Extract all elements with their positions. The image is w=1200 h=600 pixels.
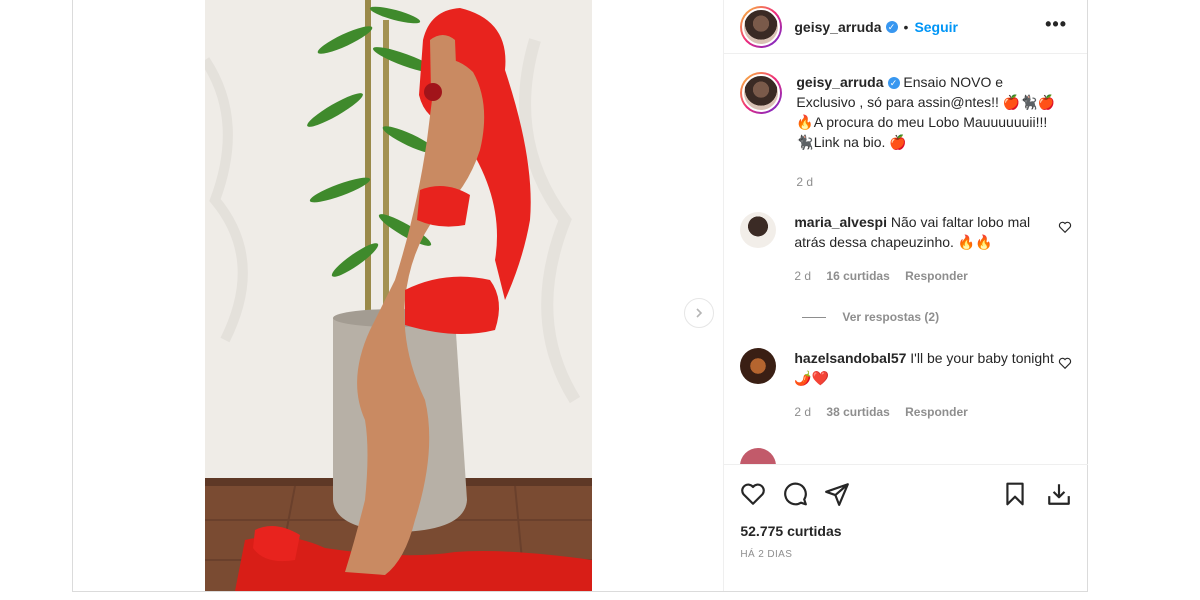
download-icon[interactable] <box>1046 481 1072 507</box>
header-username[interactable]: geisy_arruda <box>794 19 881 35</box>
verified-badge-icon: ✓ <box>887 77 900 90</box>
avatar[interactable] <box>740 5 783 48</box>
next-image-button[interactable] <box>684 298 714 328</box>
chevron-right-icon <box>696 308 703 318</box>
view-replies-button[interactable]: Ver respostas (2) <box>798 310 1072 324</box>
view-replies-label: Ver respostas (2) <box>842 310 940 324</box>
list-item: maria_alvespi Não vai faltar lobo mal at… <box>740 212 1072 286</box>
post-media <box>73 0 724 591</box>
post-actions: 52.775 curtidas HÁ 2 DIAS <box>724 464 1089 560</box>
list-item: hazelsandobal57 I'll be your baby tonigh… <box>740 348 1072 422</box>
heart-icon[interactable] <box>1058 356 1072 370</box>
divider <box>802 316 827 318</box>
follow-button[interactable]: Seguir <box>914 19 958 35</box>
comment-icon[interactable] <box>782 481 808 507</box>
avatar[interactable] <box>740 448 777 464</box>
avatar[interactable] <box>740 212 777 248</box>
share-icon[interactable] <box>824 481 850 507</box>
comment-likes[interactable]: 38 curtidas <box>826 405 889 419</box>
comment-likes[interactable]: 16 curtidas <box>826 269 889 283</box>
post-photo[interactable] <box>205 0 592 591</box>
bookmark-icon[interactable] <box>1002 481 1028 507</box>
heart-icon[interactable] <box>1058 220 1072 234</box>
comment-time[interactable]: 2 d <box>794 405 811 419</box>
reply-button[interactable]: Responder <box>905 269 968 283</box>
caption: geisy_arruda ✓ Ensaio NOVO e Exclusivo , … <box>740 72 1072 192</box>
comment-username[interactable]: hazelsandobal57 <box>794 350 906 366</box>
action-icons <box>740 479 1072 509</box>
caption-time[interactable]: 2 d <box>796 175 813 189</box>
list-item <box>740 448 1072 464</box>
avatar[interactable] <box>740 348 777 384</box>
comment-username[interactable]: maria_alvespi <box>794 214 887 230</box>
post-header: geisy_arruda ✓ • Seguir ••• <box>724 0 1087 54</box>
comments-section: geisy_arruda ✓ Ensaio NOVO e Exclusivo , … <box>724 54 1088 464</box>
instagram-post-page: geisy_arruda ✓ • Seguir ••• geisy_arruda… <box>0 0 1200 600</box>
post-timestamp[interactable]: HÁ 2 DIAS <box>740 549 1072 560</box>
reply-button[interactable]: Responder <box>905 405 968 419</box>
heart-icon[interactable] <box>740 481 766 507</box>
caption-username[interactable]: geisy_arruda <box>796 74 883 90</box>
comment-time[interactable]: 2 d <box>794 269 811 283</box>
verified-badge-icon: ✓ <box>885 20 898 33</box>
avatar[interactable] <box>740 72 783 114</box>
separator-dot: • <box>903 18 909 35</box>
likes-count[interactable]: 52.775 curtidas <box>740 523 1072 539</box>
post-sidebar: geisy_arruda ✓ • Seguir ••• geisy_arruda… <box>723 0 1089 591</box>
more-options-icon[interactable]: ••• <box>1045 14 1067 35</box>
post-container: geisy_arruda ✓ • Seguir ••• geisy_arruda… <box>72 0 1089 592</box>
